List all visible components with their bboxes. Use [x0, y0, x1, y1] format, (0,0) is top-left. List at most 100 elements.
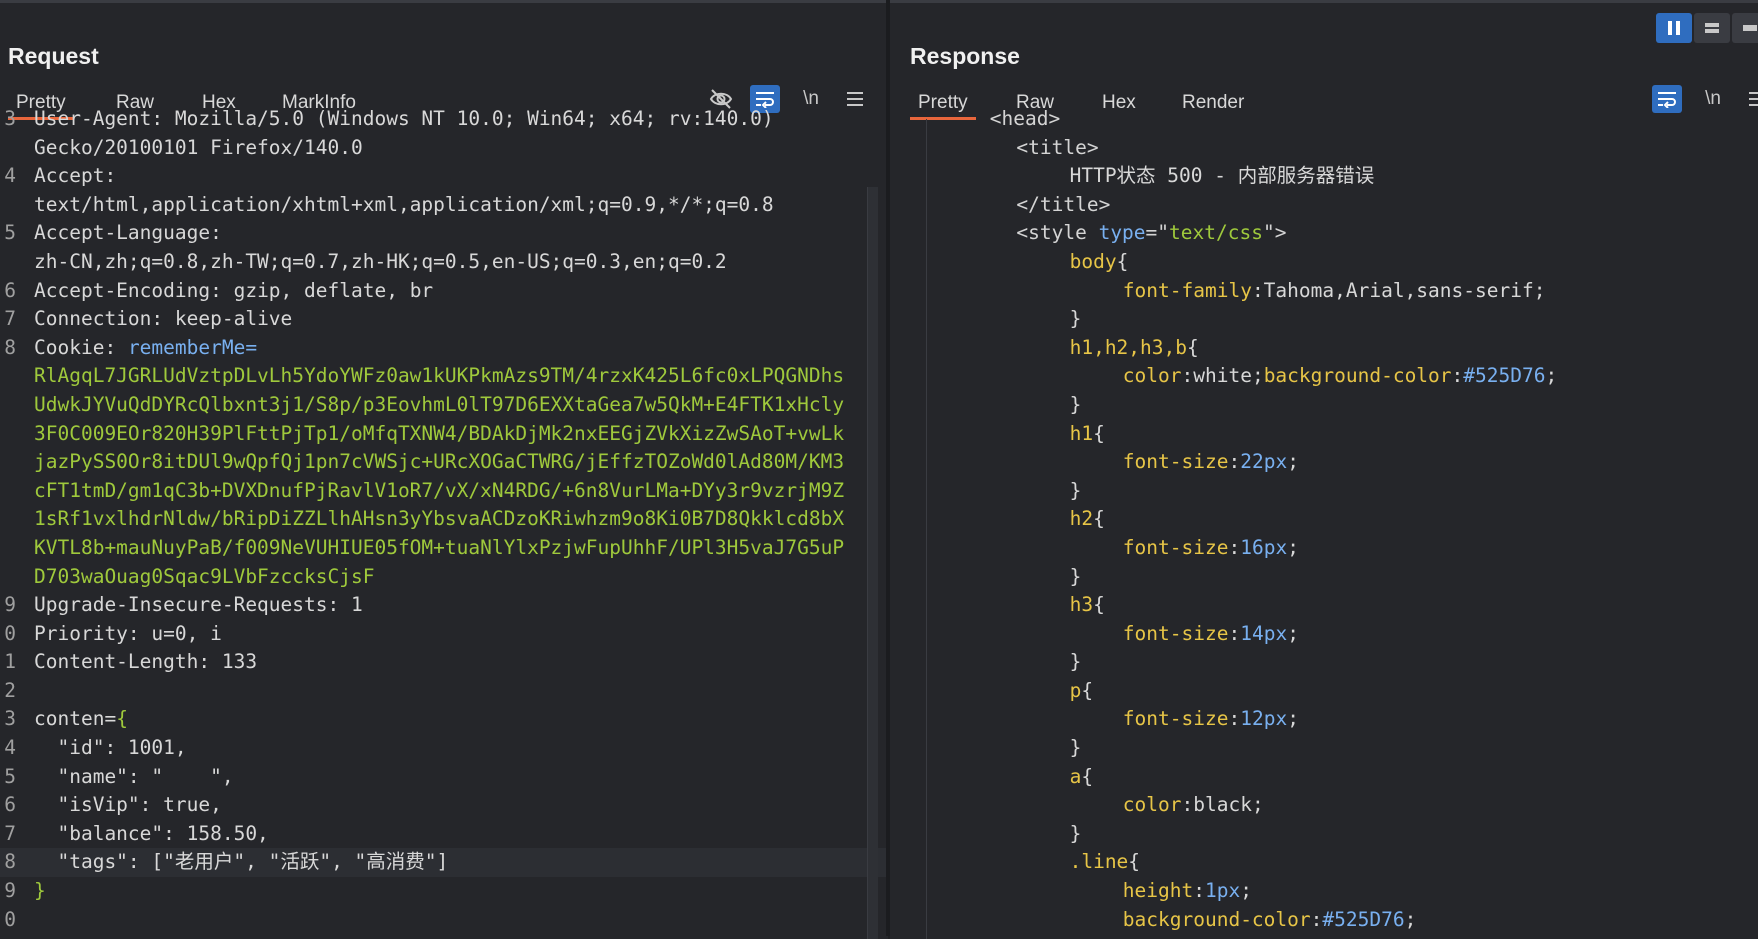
token: : 133	[198, 650, 258, 674]
layout-stacked-icon[interactable]	[1694, 13, 1730, 43]
line-text: User-Agent: Mozilla/5.0 (Windows NT 10.0…	[34, 105, 774, 134]
token: <style	[1016, 221, 1099, 245]
token: : u=0, i	[127, 621, 222, 645]
line-text: <head>	[990, 105, 1060, 134]
token: 1sRf1vxlhdrNldw/bRipDiZZLlhAHsn3yYbsvaAC…	[34, 507, 845, 531]
request-line: D703waOuag0Sqac9LVbFzccksCjsF	[0, 563, 888, 592]
line-text: Connection: keep-alive	[34, 305, 292, 334]
token: User-Agent: Mozilla/5.0 (Windows NT 10.0…	[34, 107, 774, 130]
token: :white;	[1181, 364, 1264, 388]
line-text: 3F0C009EOr820H39PlFttPjTp1/oMfqTXNW4/BDA…	[34, 420, 844, 449]
request-editor[interactable]: 3 User-Agent: Mozilla/5.0 (Windows NT 10.…	[0, 105, 888, 939]
line-text: height:1px;	[1123, 877, 1252, 906]
token: {	[116, 707, 128, 731]
line-text: }	[1070, 648, 1082, 677]
token: 12px	[1240, 707, 1288, 731]
line-text: }	[1070, 734, 1082, 763]
line-number: 7	[4, 307, 16, 331]
response-line: }	[890, 648, 1758, 677]
token: {	[1081, 764, 1094, 788]
line-text: conten={	[34, 705, 128, 734]
request-title: Request	[8, 43, 99, 69]
token: : gzip, deflate, br	[210, 278, 434, 302]
response-editor[interactable]: <head> <title> HTTP状态 500 - 内部服务器错误 </title…	[890, 105, 1758, 939]
token: }	[1069, 736, 1082, 760]
line-number: 1	[4, 650, 16, 674]
token: 14px	[1240, 621, 1288, 645]
line-text: "balance": 158.50,	[34, 820, 268, 849]
token: jazPySS0Or8itDUl9wQpfQj1pn7cVWSjc+URcXOG…	[34, 450, 845, 474]
request-line: KVTL8b+mauNuyPaB/f009NeVUHIUE05fOM+tuaNl…	[0, 534, 888, 563]
token: </title>	[1016, 192, 1111, 216]
request-line: 6 "isVip": true,	[0, 791, 888, 820]
line-text: KVTL8b+mauNuyPaB/f009NeVUHIUE05fOM+tuaNl…	[34, 534, 844, 563]
token: text/css	[1169, 221, 1263, 245]
layout-tabs-icon[interactable]	[1732, 13, 1758, 43]
line-text: cFT1tmD/gm1qC3b+DVXDnufPjRavlV1oR7/vX/xN…	[34, 477, 844, 506]
request-line: 4 Accept:	[0, 162, 888, 191]
line-number: 8	[4, 335, 16, 359]
line-number: 6	[4, 793, 16, 817]
request-line: UdwkJYVuQdDYRcQlbxnt3j1/S8p/p3EovhmL0lT9…	[0, 391, 888, 420]
line-number: 9	[4, 879, 16, 903]
layout-side-by-side-icon[interactable]	[1656, 13, 1692, 43]
line-text: Accept-Encoding: gzip, deflate, br	[34, 277, 433, 306]
token: #525D76	[1322, 907, 1405, 931]
line-text: <style type="text/css">	[1016, 219, 1286, 248]
token: font-family	[1122, 278, 1252, 302]
line-text: Priority: u=0, i	[34, 620, 222, 649]
request-line: 8 "tags": ["老用户", "活跃", "高消费"]	[0, 848, 888, 878]
line-number: 2	[4, 678, 16, 702]
line-text: "isVip": true,	[34, 791, 221, 820]
request-line: 0 Priority: u=0, i	[0, 620, 888, 649]
token: font-size	[1122, 535, 1229, 559]
line-number: 6	[4, 278, 16, 302]
token: }	[1069, 650, 1082, 674]
token: ;	[1287, 535, 1299, 559]
token: type	[1098, 221, 1146, 245]
token: ="	[1145, 221, 1170, 245]
request-line: 3 conten={	[0, 705, 888, 734]
request-line: jazPySS0Or8itDUl9wQpfQj1pn7cVWSjc+URcXOG…	[0, 448, 888, 477]
line-text: Content-Length: 133	[34, 648, 257, 677]
response-line: h3{	[890, 591, 1758, 620]
response-line: }	[890, 391, 1758, 420]
request-line: 7 "balance": 158.50,	[0, 820, 888, 849]
token: ;	[1287, 450, 1299, 474]
line-text: }	[1070, 477, 1082, 506]
token: <title>	[1016, 135, 1099, 159]
token: :	[1228, 535, 1241, 559]
token: :black;	[1181, 793, 1264, 817]
request-scrollbar[interactable]	[867, 187, 878, 939]
line-text: <title>	[1016, 134, 1098, 163]
response-line: font-size:22px;	[890, 448, 1758, 477]
line-text: zh-CN,zh;q=0.8,zh-TW;q=0.7,zh-HK;q=0.5,e…	[34, 248, 727, 277]
request-line: RlAgqL7JGRLUdVztpDLvLh5YdoYWFz0aw1kUKPkm…	[0, 362, 888, 391]
response-line: h2{	[890, 505, 1758, 534]
line-text: Accept-Language:	[34, 219, 222, 248]
response-line: }	[890, 305, 1758, 334]
token: 1px	[1205, 879, 1241, 903]
line-text: Upgrade-Insecure-Requests: 1	[34, 591, 363, 620]
token: h1	[1069, 421, 1094, 445]
token: body	[1069, 249, 1117, 273]
token: background-color	[1263, 364, 1452, 388]
token: 22px	[1240, 450, 1288, 474]
line-text: }	[1070, 305, 1082, 334]
token: h3	[1069, 593, 1094, 617]
token: #525D76	[1463, 364, 1546, 388]
token: Priority	[34, 621, 128, 645]
token: <head>	[989, 107, 1061, 130]
token: h1,h2,h3,b	[1069, 335, 1187, 359]
token: height	[1122, 879, 1194, 903]
token: "name": " ",	[34, 764, 234, 788]
line-text: Gecko/20100101 Firefox/140.0	[34, 134, 363, 163]
token: {	[1128, 850, 1141, 874]
line-text: a{	[1070, 763, 1094, 792]
line-number: 9	[4, 593, 16, 617]
request-line: text/html,application/xhtml+xml,applicat…	[0, 191, 888, 220]
request-line: cFT1tmD/gm1qC3b+DVXDnufPjRavlV1oR7/vX/xN…	[0, 477, 888, 506]
response-line: font-size:16px;	[890, 534, 1758, 563]
response-line: <head>	[890, 105, 1758, 134]
line-text: "id": 1001,	[34, 734, 186, 763]
